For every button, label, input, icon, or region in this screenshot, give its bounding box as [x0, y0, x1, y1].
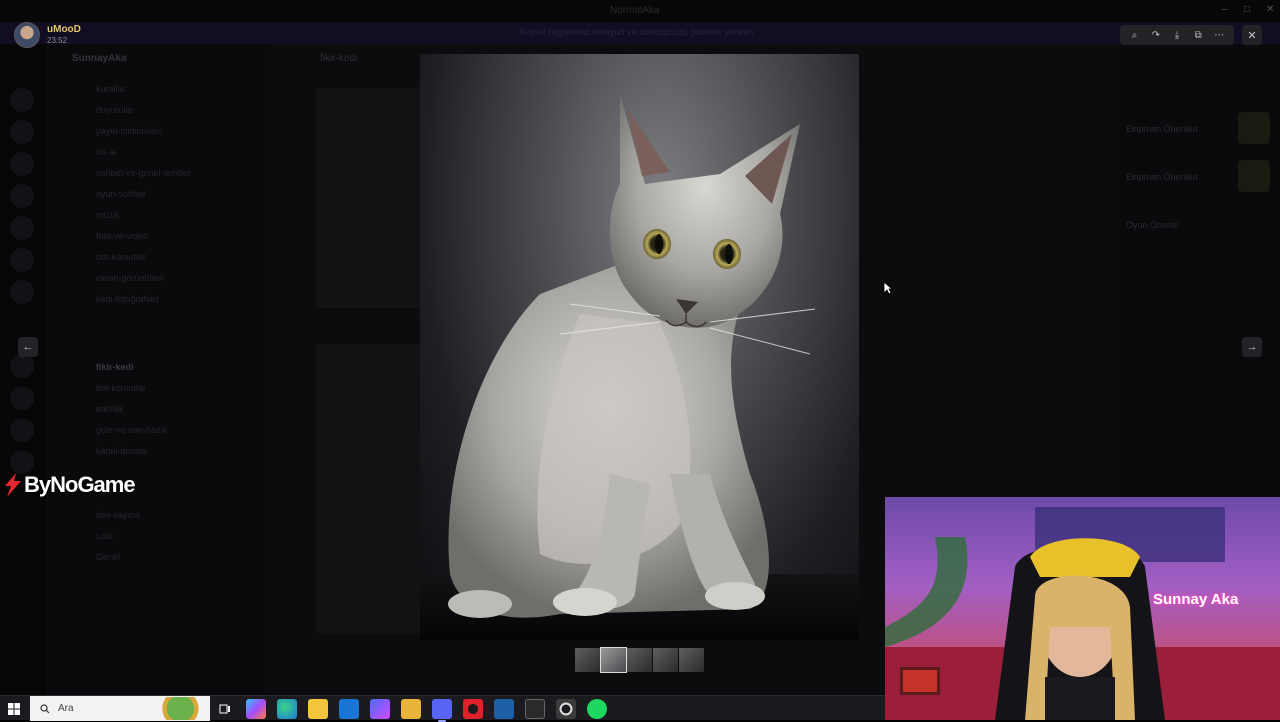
- server-icon[interactable]: [10, 120, 34, 144]
- server-icon[interactable]: [10, 152, 34, 176]
- thumbnail[interactable]: [679, 648, 704, 672]
- chat-channel-title: fikir-kedi: [320, 53, 358, 64]
- window-close-button[interactable]: ✕: [1266, 4, 1274, 15]
- open-external-icon[interactable]: ⧉: [1189, 27, 1207, 43]
- thumbnail[interactable]: [653, 648, 678, 672]
- channel-item[interactable]: kedi-fotoğrafları: [96, 294, 159, 304]
- forward-icon[interactable]: ↷: [1147, 27, 1165, 43]
- loop-icon[interactable]: [370, 699, 390, 719]
- server-icon[interactable]: [10, 88, 34, 112]
- task-view-icon[interactable]: [215, 699, 235, 719]
- opera-icon[interactable]: [463, 699, 483, 719]
- uploader-info: uMooD 23:52: [14, 22, 81, 48]
- bynogame-mark-icon: [5, 473, 21, 497]
- server-icon[interactable]: [10, 248, 34, 272]
- obs-icon[interactable]: [556, 699, 576, 719]
- channel-item[interactable]: kanal-dostas: [96, 446, 147, 456]
- webcam-scene: [885, 507, 1280, 720]
- channel-item[interactable]: bot-komutlar: [96, 252, 146, 262]
- edge-icon[interactable]: [277, 699, 297, 719]
- taskbar: Ara: [0, 695, 885, 722]
- channel-item[interactable]: güle-ve-nav-hazık: [96, 425, 168, 435]
- server-icon[interactable]: [10, 184, 34, 208]
- channel-item[interactable]: ekran-görüntüleri: [96, 273, 164, 283]
- search-icon: [40, 703, 50, 713]
- avatar[interactable]: [14, 22, 40, 48]
- thumbnail-strip: [575, 647, 704, 673]
- minimize-button[interactable]: –: [1222, 4, 1228, 15]
- store-icon[interactable]: [308, 699, 328, 719]
- more-icon[interactable]: ⋯: [1210, 27, 1228, 43]
- server-rail: [0, 44, 46, 695]
- previous-image-button[interactable]: ←: [18, 337, 38, 357]
- windows-start-icon[interactable]: [4, 699, 24, 719]
- thumbnail[interactable]: [627, 648, 652, 672]
- search-highlight-icon: [162, 697, 208, 720]
- thread-thumbnail: [1238, 112, 1270, 144]
- server-icon[interactable]: [10, 280, 34, 304]
- channel-item[interactable]: bot-komutlar: [96, 383, 146, 393]
- server-name[interactable]: SunnayAka: [72, 53, 126, 64]
- channel-item[interactable]: foto-ve-video: [96, 231, 148, 241]
- thumbnail-selected[interactable]: [600, 647, 627, 673]
- bynogame-logo-text: ByNoGame: [24, 472, 136, 497]
- channel-item[interactable]: duyurular: [96, 105, 134, 115]
- thread-thumbnail: [1238, 160, 1270, 192]
- thumbnail[interactable]: [575, 648, 600, 672]
- notice-banner-text: Kişisel bilgilerinizi koruyun ve sunucun…: [520, 27, 754, 37]
- copilot-icon[interactable]: [246, 699, 266, 719]
- server-icon[interactable]: [10, 354, 34, 378]
- channel-item[interactable]: sohbet-ve-genel-sohbet: [96, 168, 191, 178]
- channel-item[interactable]: yayın-bildirimleri: [96, 126, 161, 136]
- channel-item[interactable]: Lobi: [96, 531, 113, 541]
- steam-icon[interactable]: [494, 699, 514, 719]
- channel-item[interactable]: dev-sayına: [96, 510, 140, 520]
- discord-icon[interactable]: [432, 699, 452, 722]
- spotify-icon[interactable]: [587, 699, 607, 719]
- server-icon[interactable]: [10, 418, 34, 442]
- file-explorer-icon[interactable]: [401, 699, 421, 719]
- next-image-button[interactable]: →: [1242, 337, 1262, 357]
- thread-item[interactable]: Oyun Önerisi: [1126, 220, 1179, 230]
- channel-item[interactable]: oyun-sohbet: [96, 189, 146, 199]
- thread-item[interactable]: Ekipman Önerileri: [1126, 124, 1198, 134]
- taskbar-search[interactable]: Ara: [30, 696, 210, 721]
- uploader-name[interactable]: uMooD: [47, 24, 81, 35]
- webcam-feed: Sunnay Aka: [885, 497, 1280, 720]
- window-title: NormalAka: [610, 5, 660, 16]
- bynogame-logo: ByNoGame: [2, 472, 136, 498]
- channel-item[interactable]: kurallar: [96, 84, 126, 94]
- mail-icon[interactable]: [339, 699, 359, 719]
- chat-image: [316, 88, 426, 308]
- server-icon[interactable]: [10, 450, 34, 474]
- thread-item[interactable]: Ekipman Önerileri: [1126, 172, 1198, 182]
- server-icon[interactable]: [10, 386, 34, 410]
- channel-item[interactable]: etkinlik: [96, 404, 124, 414]
- search-placeholder: Ara: [58, 703, 74, 714]
- channel-item-active[interactable]: fikir-kedi: [96, 362, 134, 372]
- cat-illustration: [448, 94, 816, 618]
- zoom-icon[interactable]: ⌕: [1126, 27, 1144, 43]
- download-icon[interactable]: ⤓: [1168, 27, 1186, 43]
- viewer-toolbar: ⌕ ↷ ⤓ ⧉ ⋯: [1120, 25, 1234, 45]
- channel-item[interactable]: rol-al: [96, 147, 116, 157]
- chat-image: [316, 344, 436, 634]
- notice-banner: Kişisel bilgilerinizi koruyun ve sunucun…: [0, 22, 1280, 44]
- channel-item[interactable]: müzik: [96, 210, 120, 220]
- server-icon[interactable]: [10, 216, 34, 240]
- channel-list: SunnayAka kurallar duyurular yayın-bildi…: [46, 44, 270, 695]
- upload-time: 23:52: [47, 36, 68, 45]
- cat-photo[interactable]: [420, 54, 859, 640]
- channel-item[interactable]: Genel: [96, 552, 120, 562]
- window-titlebar: NormalAka – □ ✕: [0, 0, 1280, 22]
- maximize-button[interactable]: □: [1244, 4, 1250, 15]
- epic-games-icon[interactable]: [525, 699, 545, 719]
- mouse-cursor-icon: [883, 281, 893, 295]
- close-icon[interactable]: ✕: [1242, 25, 1262, 45]
- neon-name-sign: Sunnay Aka: [1153, 591, 1239, 608]
